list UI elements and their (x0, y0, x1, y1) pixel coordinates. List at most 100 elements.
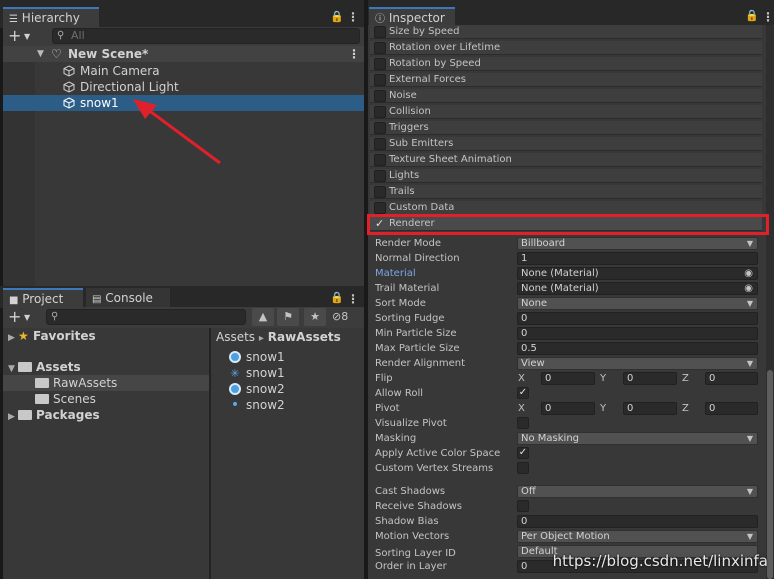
module-checkbox[interactable] (374, 186, 386, 198)
pivot-z-field[interactable]: 0 (705, 402, 758, 415)
apply-active-color-space-checkbox[interactable]: ✓ (517, 447, 529, 459)
scene-name: New Scene* (68, 47, 149, 61)
tab-console[interactable]: ▤ Console (86, 288, 170, 308)
tree-item-favorites[interactable]: ▶ ★ Favorites (8, 328, 96, 344)
gameobject-icon (63, 81, 75, 93)
tree-item-packages[interactable]: ▶ Packages (8, 407, 100, 423)
hierarchy-item-main-camera[interactable]: Main Camera (3, 63, 364, 79)
module-checkbox[interactable] (374, 138, 386, 150)
tree-item-scenes[interactable]: Scenes (35, 391, 96, 407)
object-picker-icon[interactable]: ◉ (744, 283, 753, 294)
module-checkbox[interactable] (374, 26, 386, 38)
receive-shadows-checkbox[interactable] (517, 500, 529, 512)
module-external-forces[interactable]: External Forces (370, 73, 762, 87)
breadcrumb-current[interactable]: RawAssets (268, 330, 341, 344)
favorite-star-icon[interactable]: ★ (304, 308, 326, 326)
custom-vertex-streams-checkbox[interactable] (517, 462, 529, 474)
module-checkbox[interactable] (374, 122, 386, 134)
lock-icon[interactable]: 🔒 (330, 10, 344, 23)
module-noise[interactable]: Noise (370, 89, 762, 103)
pivot-y-field[interactable]: 0 (623, 402, 677, 415)
flip-y-field[interactable]: 0 (623, 372, 677, 385)
module-collision[interactable]: Collision (370, 105, 762, 119)
highlight-box (367, 214, 769, 235)
object-picker-icon[interactable]: ◉ (744, 268, 753, 279)
module-lights[interactable]: Lights (370, 169, 762, 183)
module-trails[interactable]: Trails (370, 185, 762, 199)
chevron-down-icon: ▼ (746, 487, 753, 496)
sorting-fudge-field[interactable]: 0 (517, 312, 758, 325)
filter-label-icon[interactable]: ⚑ (277, 308, 299, 326)
shadow-bias-field[interactable]: 0 (517, 515, 758, 528)
lock-icon[interactable]: 🔒 (745, 9, 759, 22)
tab-project[interactable]: ■ Project (3, 288, 83, 308)
panel-menu-icon[interactable]: ⋮ (762, 11, 774, 23)
tree-item-rawassets[interactable]: RawAssets (3, 375, 209, 391)
module-checkbox[interactable] (374, 202, 386, 214)
cast-shadows-dropdown[interactable]: Off ▼ (517, 485, 758, 498)
module-size-by-speed[interactable]: Size by Speed (370, 25, 762, 39)
breadcrumb-root[interactable]: Assets (216, 330, 255, 344)
add-button[interactable]: + ▼ (8, 308, 30, 327)
prop-label: Sorting Fudge (375, 313, 445, 324)
min-particle-size-field[interactable]: 0 (517, 327, 758, 340)
masking-dropdown[interactable]: No Masking ▼ (517, 432, 758, 445)
tree-item-assets[interactable]: ▼ Assets (8, 359, 81, 375)
module-sub-emitters[interactable]: Sub Emitters (370, 137, 762, 151)
module-rotation-over-lifetime[interactable]: Rotation over Lifetime (370, 41, 762, 55)
dropdown-value: None (521, 298, 548, 309)
allow-roll-checkbox[interactable]: ✓ (517, 387, 529, 399)
file-item[interactable]: ✳ snow1 (229, 365, 284, 381)
tab-inspector[interactable]: ⓘ Inspector (369, 7, 455, 27)
module-triggers[interactable]: Triggers (370, 121, 762, 135)
hidden-packages-toggle[interactable]: ⊘8 (332, 310, 348, 323)
module-texture-sheet-animation[interactable]: Texture Sheet Animation (370, 153, 762, 167)
add-button[interactable]: + ▼ (8, 27, 30, 46)
normal-direction-field[interactable]: 1 (517, 252, 758, 265)
scrollbar-thumb[interactable] (767, 370, 773, 579)
module-checkbox[interactable] (374, 74, 386, 86)
panel-menu-icon[interactable]: ⋮ (347, 293, 359, 305)
material-field[interactable]: None (Material) ◉ (517, 267, 758, 280)
prop-label: Allow Roll (375, 388, 424, 399)
module-checkbox[interactable] (374, 170, 386, 182)
hierarchy-item-directional-light[interactable]: Directional Light (3, 79, 364, 95)
file-item[interactable]: snow1 (229, 349, 285, 365)
hierarchy-search-input[interactable]: ⚲ All (52, 28, 360, 44)
motion-vectors-dropdown[interactable]: Per Object Motion ▼ (517, 530, 758, 543)
field-value: None (Material) (521, 283, 599, 294)
star-icon: ★ (18, 329, 29, 343)
module-checkbox[interactable] (374, 106, 386, 118)
file-item[interactable]: snow2 (229, 381, 285, 397)
chevron-down-icon: ▼ (746, 434, 753, 443)
lock-icon[interactable]: 🔒 (330, 291, 344, 304)
render-alignment-dropdown[interactable]: View ▼ (517, 357, 758, 370)
module-label: External Forces (389, 74, 466, 85)
panel-menu-icon[interactable]: ⋮ (347, 11, 359, 23)
module-checkbox[interactable] (374, 90, 386, 102)
scene-row[interactable]: ▼ ♡ New Scene* ⋮ (3, 46, 364, 62)
prop-label: Custom Vertex Streams (375, 463, 494, 474)
module-checkbox[interactable] (374, 58, 386, 70)
max-particle-size-field[interactable]: 0.5 (517, 342, 758, 355)
scene-menu-icon[interactable]: ⋮ (348, 46, 360, 62)
flip-z-field[interactable]: 0 (705, 372, 758, 385)
sort-mode-dropdown[interactable]: None ▼ (517, 297, 758, 310)
project-search-input[interactable]: ⚲ (46, 309, 246, 325)
tab-hierarchy[interactable]: ☰ Hierarchy (3, 7, 99, 27)
folder-icon (35, 378, 49, 388)
pivot-x-field[interactable]: 0 (541, 402, 595, 415)
axis-label-x: X (518, 373, 525, 384)
render-mode-dropdown[interactable]: Billboard ▼ (517, 237, 758, 250)
prop-label: Max Particle Size (375, 343, 460, 354)
module-rotation-by-speed[interactable]: Rotation by Speed (370, 57, 762, 71)
filter-type-icon[interactable]: ▲ (252, 308, 274, 326)
file-item[interactable]: • snow2 (229, 397, 285, 413)
trail-material-field[interactable]: None (Material) ◉ (517, 282, 758, 295)
axis-label-z: Z (682, 373, 689, 384)
visualize-pivot-checkbox[interactable] (517, 417, 529, 429)
module-checkbox[interactable] (374, 42, 386, 54)
flip-x-field[interactable]: 0 (541, 372, 595, 385)
module-custom-data[interactable]: Custom Data (370, 201, 762, 215)
module-checkbox[interactable] (374, 154, 386, 166)
